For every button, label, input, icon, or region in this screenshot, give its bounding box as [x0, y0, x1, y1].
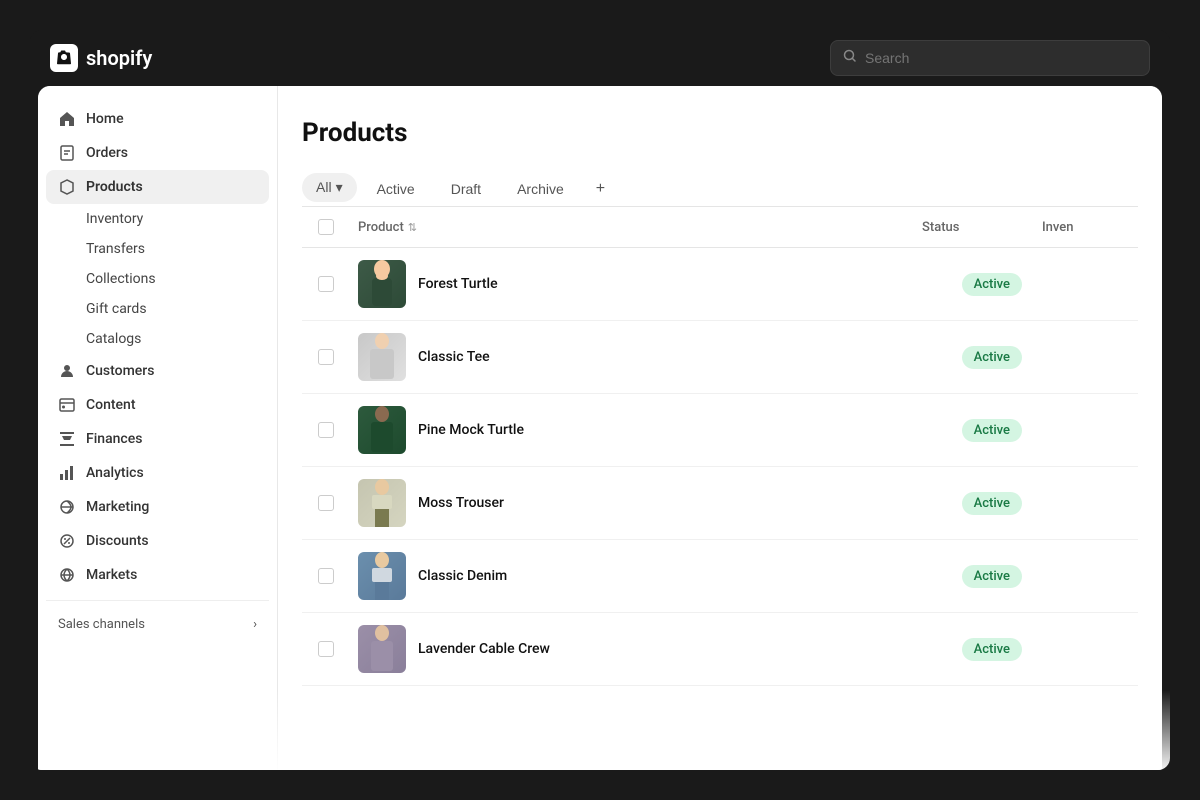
top-bar: shopify [30, 30, 1170, 86]
search-icon [843, 49, 857, 67]
tab-all[interactable]: All ▾ [302, 173, 357, 202]
product-thumbnail [358, 479, 406, 527]
chevron-down-icon: ▾ [336, 179, 343, 196]
sidebar-label-marketing: Marketing [86, 499, 149, 515]
screen-wrapper: shopify Home [30, 30, 1170, 770]
product-thumbnail [358, 552, 406, 600]
sales-channels-section[interactable]: Sales channels › [46, 600, 269, 640]
sidebar-item-collections[interactable]: Collections [74, 264, 269, 294]
sidebar-item-discounts[interactable]: Discounts [46, 524, 269, 558]
shopify-logo: shopify [50, 44, 152, 72]
products-sub-nav: Inventory Transfers Collections Gift car… [46, 204, 269, 354]
product-thumbnail [358, 260, 406, 308]
tab-plus[interactable]: + [584, 172, 617, 206]
orders-icon [58, 144, 76, 162]
table-row[interactable]: Pine Mock Turtle Active [302, 394, 1138, 467]
sort-icon: ⇅ [408, 221, 417, 234]
sidebar-label-discounts: Discounts [86, 533, 149, 549]
sales-channels-arrow: › [253, 617, 257, 632]
product-column-header[interactable]: Product ⇅ [358, 220, 417, 235]
sidebar-item-content[interactable]: Content [46, 388, 269, 422]
shopify-logo-icon [50, 44, 78, 72]
status-column-header: Status [922, 220, 1022, 235]
products-icon [58, 178, 76, 196]
sidebar-item-products[interactable]: Products [46, 170, 269, 204]
home-icon [58, 110, 76, 128]
product-name: Forest Turtle [418, 276, 498, 292]
product-name: Moss Trouser [418, 495, 504, 511]
status-badge: Active [962, 492, 1022, 515]
sidebar-item-markets[interactable]: Markets [46, 558, 269, 592]
table-row[interactable]: Classic Tee Active [302, 321, 1138, 394]
markets-icon [58, 566, 76, 584]
header-status-col: Status [922, 220, 1042, 235]
product-list: Forest Turtle Active Classic Tee Active [302, 248, 1138, 686]
sidebar-item-customers[interactable]: Customers [46, 354, 269, 388]
row-checkbox[interactable] [318, 641, 334, 657]
sidebar: Home Orders Products [38, 86, 278, 770]
table-row[interactable]: Moss Trouser Active [302, 467, 1138, 540]
row-checkbox[interactable] [318, 495, 334, 511]
filter-tabs: All ▾ Active Draft Archive + [302, 172, 1138, 207]
product-name: Pine Mock Turtle [418, 422, 524, 438]
tab-draft[interactable]: Draft [435, 173, 497, 205]
table-row[interactable]: Lavender Cable Crew Active [302, 613, 1138, 686]
tab-archive[interactable]: Archive [501, 173, 580, 205]
finances-icon [58, 430, 76, 448]
product-name: Lavender Cable Crew [418, 641, 550, 657]
status-badge: Active [962, 638, 1022, 661]
status-badge: Active [962, 346, 1022, 369]
product-name: Classic Denim [418, 568, 507, 584]
sidebar-label-markets: Markets [86, 567, 137, 583]
status-badge: Active [962, 273, 1022, 296]
row-checkbox[interactable] [318, 349, 334, 365]
sidebar-label-home: Home [86, 111, 124, 127]
product-thumbnail [358, 406, 406, 454]
status-badge: Active [962, 419, 1022, 442]
logo-text: shopify [86, 46, 152, 70]
sidebar-item-catalogs[interactable]: Catalogs [74, 324, 269, 354]
marketing-icon [58, 498, 76, 516]
sidebar-item-home[interactable]: Home [46, 102, 269, 136]
content-area: Products All ▾ Active Draft Archive + [278, 86, 1162, 770]
product-thumbnail [358, 625, 406, 673]
sidebar-item-marketing[interactable]: Marketing [46, 490, 269, 524]
search-input[interactable] [865, 50, 1137, 66]
row-checkbox[interactable] [318, 276, 334, 292]
content-icon [58, 396, 76, 414]
header-product-col: Product ⇅ [358, 220, 922, 235]
sidebar-label-customers: Customers [86, 363, 154, 379]
product-name: Classic Tee [418, 349, 490, 365]
table-header: Product ⇅ Status Inven [302, 207, 1138, 248]
table-row[interactable]: Classic Denim Active [302, 540, 1138, 613]
tab-active[interactable]: Active [361, 173, 431, 205]
analytics-icon [58, 464, 76, 482]
status-badge: Active [962, 565, 1022, 588]
sidebar-label-orders: Orders [86, 145, 128, 161]
sidebar-label-content: Content [86, 397, 136, 413]
page-title: Products [302, 118, 1138, 148]
search-bar[interactable] [830, 40, 1150, 76]
select-all-checkbox[interactable] [318, 219, 334, 235]
sales-channels-label: Sales channels [58, 617, 145, 632]
sidebar-label-finances: Finances [86, 431, 142, 447]
sidebar-item-finances[interactable]: Finances [46, 422, 269, 456]
table-row[interactable]: Forest Turtle Active [302, 248, 1138, 321]
sidebar-item-gift-cards[interactable]: Gift cards [74, 294, 269, 324]
product-thumbnail [358, 333, 406, 381]
sidebar-item-transfers[interactable]: Transfers [74, 234, 269, 264]
sidebar-item-orders[interactable]: Orders [46, 136, 269, 170]
main-area: Home Orders Products [38, 86, 1162, 770]
header-checkbox-col [318, 219, 358, 235]
header-inventory-col: Inven [1042, 220, 1122, 235]
discounts-icon [58, 532, 76, 550]
customers-icon [58, 362, 76, 380]
sidebar-label-products: Products [86, 179, 143, 195]
row-checkbox[interactable] [318, 422, 334, 438]
sidebar-item-inventory[interactable]: Inventory [74, 204, 269, 234]
inventory-column-header: Inven [1042, 220, 1122, 235]
sidebar-item-analytics[interactable]: Analytics [46, 456, 269, 490]
sidebar-label-analytics: Analytics [86, 465, 144, 481]
row-checkbox[interactable] [318, 568, 334, 584]
